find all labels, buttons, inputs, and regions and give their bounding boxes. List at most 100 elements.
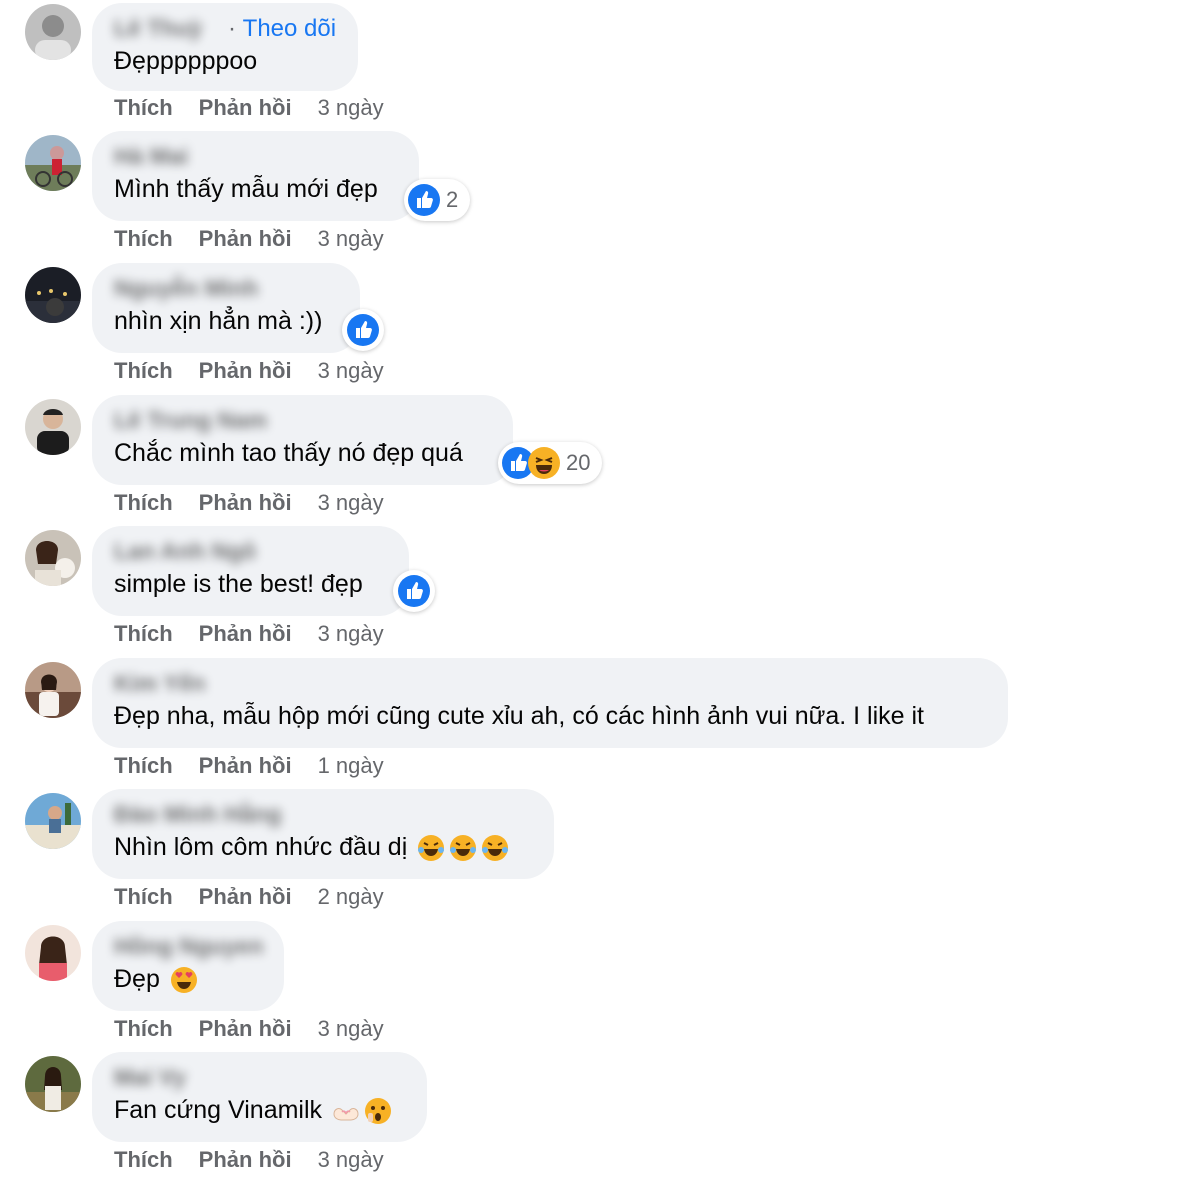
like-link[interactable]: Thích <box>114 95 173 120</box>
reaction-count: 2 <box>446 187 459 212</box>
reaction-count: 20 <box>566 450 591 475</box>
comment: Nguyễn Minh nhìn xịn hẳn mà :)) Thích Phả… <box>0 263 1200 394</box>
comment-actions: Thích Phản hồi 3 ngày <box>114 490 384 516</box>
hushed-emoji-icon <box>363 1096 393 1126</box>
comment-text: Chắc mình tao thấy nó đẹp quá <box>114 439 463 467</box>
comment-bubble: Đào Minh Hằng Nhìn lôm côm nhức đầu dị <box>92 789 554 879</box>
timestamp[interactable]: 2 ngày <box>318 884 384 909</box>
comment-actions: Thích Phản hồi 3 ngày <box>114 1016 384 1042</box>
haha-reaction-icon <box>528 447 560 479</box>
comment-text: Đẹp <box>114 965 199 995</box>
comment-bubble: Lê Thuỳ · Theo dõi Đẹppppppoo <box>92 3 358 91</box>
reaction-summary[interactable] <box>342 309 384 351</box>
like-link[interactable]: Thích <box>114 621 173 646</box>
comment-text: Nhìn lôm côm nhức đầu dị <box>114 833 510 863</box>
comment-actions: Thích Phản hồi 2 ngày <box>114 884 384 910</box>
commenter-name[interactable]: Đào Minh Hằng <box>114 801 281 828</box>
avatar[interactable] <box>25 267 81 323</box>
reply-link[interactable]: Phản hồi <box>199 226 292 251</box>
comment-bubble: Lê Trung Nam Chắc mình tao thấy nó đẹp q… <box>92 395 513 485</box>
comment: Hồng Nguyen Đẹp Thích Phản hồi 3 ngày <box>0 921 1200 1052</box>
avatar[interactable] <box>25 662 81 718</box>
rolling-laughing-emoji-icon <box>480 833 510 863</box>
comment-text-content: Nhìn lôm côm nhức đầu dị <box>114 833 408 861</box>
like-reaction-icon <box>347 314 379 346</box>
commenter-name[interactable]: Nguyễn Minh <box>114 275 258 302</box>
avatar[interactable] <box>25 925 81 981</box>
comment-text: Fan cứng Vinamilk <box>114 1096 393 1126</box>
like-link[interactable]: Thích <box>114 1147 173 1172</box>
follow-link[interactable]: Theo dõi <box>243 15 336 42</box>
comment-text: simple is the best! đẹp <box>114 570 363 598</box>
like-link[interactable]: Thích <box>114 1016 173 1041</box>
reaction-summary[interactable]: 2 <box>404 179 471 221</box>
commenter-name[interactable]: Kim Yến <box>114 670 206 697</box>
like-reaction-icon <box>408 184 440 216</box>
like-link[interactable]: Thích <box>114 226 173 251</box>
comment-text: Đẹppppppoo <box>114 47 258 75</box>
comment: Kim Yến Đẹp nha, mẫu hộp mới cũng cute x… <box>0 658 1200 789</box>
commenter-name[interactable]: Lan Anh Ngô <box>114 538 256 565</box>
commenter-name[interactable]: Lê Trung Nam <box>114 407 267 434</box>
separator-dot: · <box>228 15 236 42</box>
avatar[interactable] <box>25 1056 81 1112</box>
reaction-summary[interactable]: 20 <box>498 442 603 484</box>
timestamp[interactable]: 3 ngày <box>318 490 384 515</box>
heart-eyes-emoji-icon <box>169 965 199 995</box>
comment-actions: Thích Phản hồi 1 ngày <box>114 753 384 779</box>
comment-text-content: Đẹp <box>114 965 160 993</box>
avatar[interactable] <box>25 4 81 60</box>
rolling-laughing-emoji-icon <box>416 833 446 863</box>
timestamp[interactable]: 3 ngày <box>318 1016 384 1041</box>
comment: Mai Vy Fan cứng Vinamilk Thích Phản hồi 3 … <box>0 1052 1200 1183</box>
avatar[interactable] <box>25 530 81 586</box>
comment-bubble: Kim Yến Đẹp nha, mẫu hộp mới cũng cute x… <box>92 658 1008 748</box>
comment-bubble: Lan Anh Ngô simple is the best! đẹp <box>92 526 409 616</box>
comment-bubble: Hà Mai Mình thấy mẫu mới đẹp <box>92 131 419 221</box>
comment-text: nhìn xịn hẳn mà :)) <box>114 307 323 335</box>
reply-link[interactable]: Phản hồi <box>199 490 292 515</box>
commenter-name[interactable]: Mai Vy <box>114 1064 186 1091</box>
comment-text: Đẹp nha, mẫu hộp mới cũng cute xỉu ah, c… <box>114 702 924 730</box>
rolling-laughing-emoji-icon <box>448 833 478 863</box>
reaction-summary[interactable] <box>393 570 435 612</box>
comment-bubble: Mai Vy Fan cứng Vinamilk <box>92 1052 427 1142</box>
comment: Đào Minh Hằng Nhìn lôm côm nhức đầu dị T… <box>0 789 1200 920</box>
comment-bubble: Hồng Nguyen Đẹp <box>92 921 284 1011</box>
comment-text: Mình thấy mẫu mới đẹp <box>114 175 378 203</box>
timestamp[interactable]: 1 ngày <box>318 753 384 778</box>
like-link[interactable]: Thích <box>114 358 173 383</box>
heart-hands-emoji-icon <box>331 1096 361 1126</box>
comment-actions: Thích Phản hồi 3 ngày <box>114 621 384 647</box>
like-link[interactable]: Thích <box>114 753 173 778</box>
reply-link[interactable]: Phản hồi <box>199 753 292 778</box>
reply-link[interactable]: Phản hồi <box>199 884 292 909</box>
avatar[interactable] <box>25 793 81 849</box>
timestamp[interactable]: 3 ngày <box>318 621 384 646</box>
comment: Lê Trung Nam Chắc mình tao thấy nó đẹp q… <box>0 395 1200 526</box>
avatar[interactable] <box>25 399 81 455</box>
timestamp[interactable]: 3 ngày <box>318 226 384 251</box>
comment: Lê Thuỳ · Theo dõi Đẹppppppoo Thích Phản … <box>0 0 1200 131</box>
comment-actions: Thích Phản hồi 3 ngày <box>114 1147 384 1173</box>
comment: Lan Anh Ngô simple is the best! đẹp Thíc… <box>0 526 1200 657</box>
comment-text-content: Fan cứng Vinamilk <box>114 1096 323 1124</box>
reply-link[interactable]: Phản hồi <box>199 621 292 646</box>
comment-actions: Thích Phản hồi 3 ngày <box>114 358 384 384</box>
reply-link[interactable]: Phản hồi <box>199 1147 292 1172</box>
reply-link[interactable]: Phản hồi <box>199 358 292 383</box>
comment: Hà Mai Mình thấy mẫu mới đẹp 2 Thích Phản… <box>0 131 1200 262</box>
reply-link[interactable]: Phản hồi <box>199 1016 292 1041</box>
timestamp[interactable]: 3 ngày <box>318 1147 384 1172</box>
comment-actions: Thích Phản hồi 3 ngày <box>114 95 384 121</box>
commenter-name[interactable]: Hồng Nguyen <box>114 933 264 960</box>
commenter-name[interactable]: Lê Thuỳ <box>114 15 202 42</box>
reply-link[interactable]: Phản hồi <box>199 95 292 120</box>
commenter-name[interactable]: Hà Mai <box>114 143 188 170</box>
timestamp[interactable]: 3 ngày <box>318 358 384 383</box>
timestamp[interactable]: 3 ngày <box>318 95 384 120</box>
like-link[interactable]: Thích <box>114 490 173 515</box>
avatar[interactable] <box>25 135 81 191</box>
like-link[interactable]: Thích <box>114 884 173 909</box>
comment-actions: Thích Phản hồi 3 ngày <box>114 226 384 252</box>
